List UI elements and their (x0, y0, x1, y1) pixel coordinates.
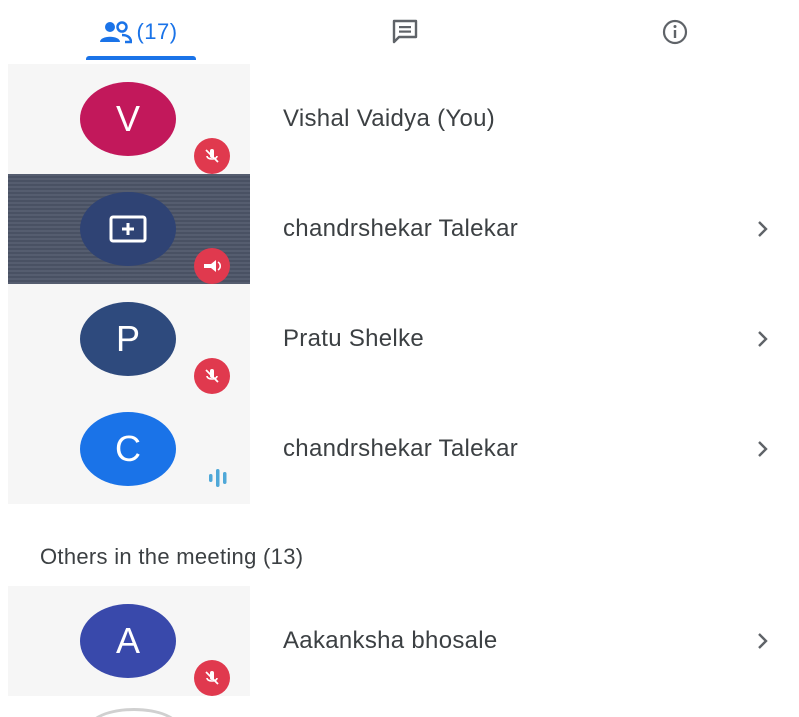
speaking-icon (202, 460, 238, 496)
participant-name: Aakanksha bhosale (283, 627, 498, 654)
mic-off-icon (194, 660, 230, 696)
chevron-right-icon[interactable] (755, 394, 771, 504)
participant-row[interactable]: P Pratu Shelke (0, 284, 799, 394)
others-list: A Aakanksha bhosale (0, 586, 799, 696)
participant-count: (17) (136, 19, 178, 44)
avatar-initial: A (115, 620, 140, 661)
avatar-initial: V (115, 98, 140, 139)
active-tab-indicator (86, 56, 196, 60)
participant-row[interactable]: A Aakanksha bhosale (0, 586, 799, 696)
participant-row: V Vishal Vaidya (You) (0, 64, 799, 174)
screen-share-icon (109, 215, 147, 243)
chevron-right-icon[interactable] (755, 284, 771, 394)
avatar: A (80, 604, 176, 678)
participant-row[interactable]: chandrshekar Talekar (0, 174, 799, 284)
chevron-right-icon[interactable] (755, 174, 771, 284)
avatar: C (80, 412, 176, 486)
participant-name: chandrshekar Talekar (283, 435, 519, 462)
people-icon (100, 21, 133, 44)
chat-icon (392, 19, 418, 44)
mic-off-icon (194, 358, 230, 394)
presenting-icon (194, 248, 230, 284)
chevron-right-icon[interactable] (755, 586, 771, 696)
others-section-heading: Others in the meeting (13) (40, 544, 304, 569)
avatar (80, 192, 176, 266)
participant-list: V Vishal Vaidya (You) chandrshekar Talek… (0, 64, 799, 504)
tab-bar: (17) (0, 0, 799, 64)
avatar: V (80, 82, 176, 156)
avatar (88, 708, 180, 717)
tab-info[interactable] (600, 0, 750, 64)
avatar-initial: C (115, 428, 141, 469)
tab-people[interactable]: (17) (62, 0, 214, 64)
participant-row[interactable]: C chandrshekar Talekar (0, 394, 799, 504)
avatar-initial: P (115, 318, 140, 359)
mic-off-icon (194, 138, 230, 174)
participant-name: Vishal Vaidya (You) (283, 105, 496, 132)
info-icon (662, 19, 688, 45)
participant-name: Pratu Shelke (283, 325, 425, 352)
tab-chat[interactable] (330, 0, 480, 64)
participant-name: chandrshekar Talekar (283, 215, 519, 242)
avatar: P (80, 302, 176, 376)
